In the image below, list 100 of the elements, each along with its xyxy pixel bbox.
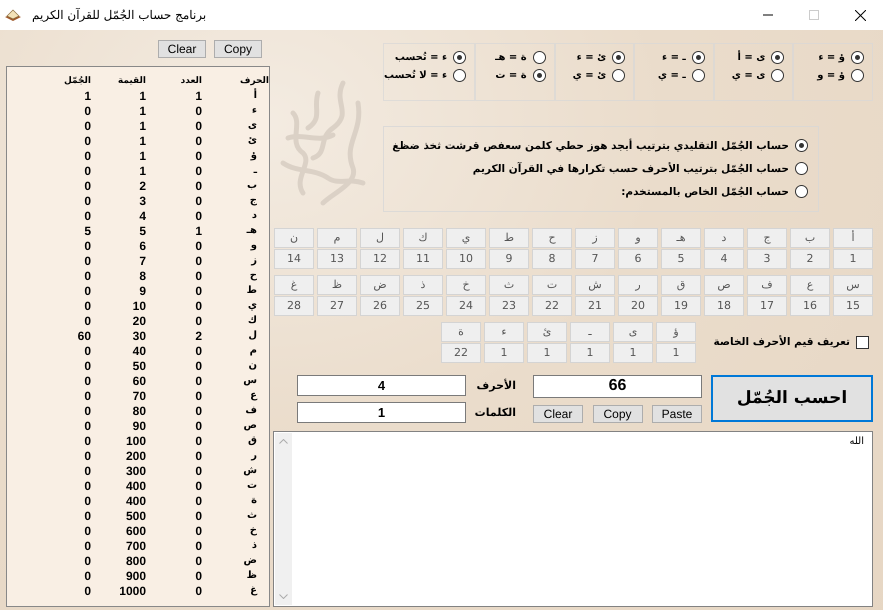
table-cell-text: 5 (138, 224, 146, 238)
table-cell-text: 0 (194, 404, 202, 418)
checkbox[interactable] (856, 336, 869, 349)
table-cell-text: 60 (132, 374, 146, 388)
value-cell: 1 (656, 342, 696, 363)
table-cell-text: د (250, 210, 258, 221)
table-cell-text: 0 (194, 178, 202, 192)
radio-button[interactable] (692, 51, 705, 64)
value-cell: 3 (747, 248, 787, 269)
table-button[interactable]: Clear (158, 40, 206, 58)
table-cell-text: 5 (83, 224, 91, 238)
radio-button[interactable] (795, 139, 808, 152)
value-cell: 18 (704, 296, 744, 316)
table-cell-text: 0 (83, 178, 91, 192)
table-cell-text: ب (246, 180, 258, 191)
letter-cell: ب (790, 228, 830, 248)
table-cell-text: 0 (83, 538, 91, 552)
letter-cell: غ (274, 274, 314, 295)
table-cell-text: 0 (83, 404, 91, 418)
radio-button[interactable] (851, 51, 864, 64)
table-cell-text: 0 (83, 104, 91, 118)
table-cell-text: 0 (194, 344, 202, 358)
letter-cell: ت (532, 274, 572, 295)
letter-cell: ح (532, 228, 572, 248)
radio-button[interactable] (692, 69, 705, 82)
radio-label: ؤ = ء (818, 52, 845, 63)
table-cell-text: 9 (138, 284, 146, 298)
table-cell-text: ي (246, 300, 258, 311)
radio-button[interactable] (532, 69, 546, 82)
table-cell-text: 0 (83, 284, 91, 298)
letter-cell: ن (274, 228, 314, 248)
close-icon[interactable] (854, 10, 866, 20)
radio-button[interactable] (795, 162, 808, 175)
letter-cell: ج (747, 228, 787, 248)
value-cell: 1 (527, 342, 567, 363)
letter-cell: أ (833, 228, 873, 248)
table-cell-text: ؤ (249, 150, 258, 161)
result-button[interactable]: Clear (533, 404, 583, 423)
table-cell-text: 100 (124, 434, 146, 448)
radio-button[interactable] (771, 69, 784, 82)
table-button[interactable]: Copy (214, 40, 262, 58)
table-cell-text: 20 (132, 314, 146, 328)
radio-button[interactable] (453, 69, 466, 82)
table-cell-text: 600 (124, 524, 146, 538)
table-cell-text: ث (246, 510, 258, 521)
radio-label: ء = تُحسب (394, 52, 448, 63)
radio-button[interactable] (612, 69, 626, 82)
letter-cell: ص (704, 274, 744, 295)
value-cell: 8 (532, 248, 572, 269)
table-cell-text: 0 (83, 314, 91, 328)
table-cell-text: ز (250, 255, 258, 266)
table-cell-text: 2 (194, 328, 202, 342)
table-cell-text: 0 (194, 104, 202, 118)
value-cell: 16 (790, 296, 830, 316)
table-cell-text: 0 (83, 298, 91, 312)
letter-cell: ء (484, 322, 524, 342)
letter-cell: و (618, 228, 658, 248)
table-cell-text: هـ (246, 225, 258, 236)
table-cell-text: 0 (194, 148, 202, 162)
table-cell-text: 0 (194, 554, 202, 568)
value-cell: 6 (618, 248, 658, 269)
table-cell-text: 300 (124, 464, 146, 478)
table-cell-text: 0 (194, 194, 202, 208)
table-cell-text: 60 (76, 328, 91, 342)
radio-button[interactable] (453, 51, 466, 64)
radio-button[interactable] (795, 185, 808, 198)
calculate-button[interactable]: احسب الجُمّل (711, 374, 873, 422)
letter-cell: ث (489, 274, 529, 295)
table-cell-text: 400 (124, 494, 146, 508)
letter-cell: هـ (661, 228, 701, 248)
column-header: الحرف (238, 76, 269, 86)
letter-cell: ك (403, 228, 443, 248)
radio-button[interactable] (851, 69, 864, 82)
table-cell-text: 10 (132, 298, 146, 312)
result-button[interactable]: Copy (592, 404, 642, 423)
count-label: الأحرف (475, 378, 516, 392)
radio-button[interactable] (532, 51, 546, 64)
table-cell-text: خ (248, 525, 258, 536)
radio-label: ئ = ي (572, 70, 606, 81)
table-cell-text: 0 (194, 448, 202, 462)
value-cell: 14 (274, 248, 314, 269)
minimize-icon[interactable] (763, 14, 773, 16)
letter-cell: ذ (403, 274, 443, 295)
table-cell-text: 0 (83, 208, 91, 222)
count-field: 4 (297, 374, 466, 396)
table-cell-text: ـ (252, 165, 258, 176)
radio-button[interactable] (771, 51, 784, 64)
letter-cell: ق (661, 274, 701, 295)
letter-cell: ط (489, 228, 529, 248)
value-cell: 11 (403, 248, 443, 269)
table-cell-text: 0 (194, 374, 202, 388)
table-cell-text: ك (246, 315, 258, 326)
table-cell-text: 0 (194, 494, 202, 508)
radio-label: ئ = ء (576, 52, 606, 63)
result-button[interactable]: Paste (652, 404, 702, 423)
value-cell: 17 (747, 296, 787, 316)
radio-button[interactable] (612, 51, 626, 64)
text-input-field[interactable]: الله (273, 430, 873, 607)
table-cell-text: 0 (194, 568, 202, 582)
checkbox-label: تعريف قيم الأحرف الخاصة (714, 336, 850, 348)
